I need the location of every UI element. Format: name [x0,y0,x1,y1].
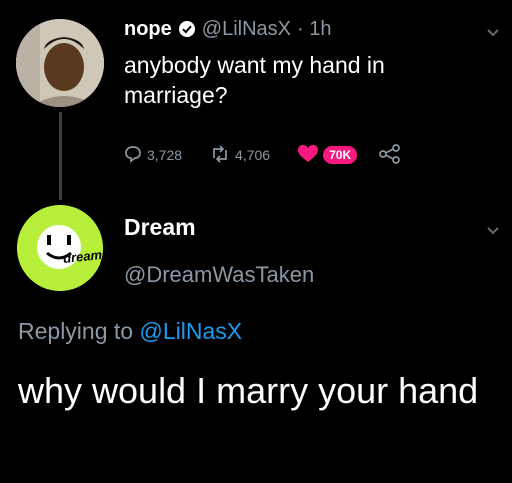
reply-count: 3,728 [147,147,183,163]
reply-icon [124,145,142,166]
thread-connector-line [59,112,62,200]
retweet-action[interactable]: 4,706 [210,144,271,166]
replying-to-handle-link[interactable]: @LilNasX [139,318,242,344]
reply-text: why would I marry your hand [18,370,479,411]
avatar-photo [16,19,104,107]
like-action[interactable]: 70K [298,144,358,166]
heart-icon [298,144,319,166]
author-display-name[interactable]: nope [124,18,172,41]
replying-to-line: Replying to @LilNasX [18,318,242,345]
like-count: 70K [323,146,358,164]
retweet-count: 4,706 [235,147,271,163]
reply-action[interactable]: 3,728 [124,145,182,166]
tweet-author-avatar[interactable] [16,19,104,107]
reply-handle[interactable]: @DreamWasTaken [124,262,314,288]
tweet-timestamp[interactable]: · 1h [297,18,331,41]
tweet-actions: 3,728 4,706 70K [124,142,464,168]
tweet-text: anybody want my hand in marriage? [124,52,385,108]
verified-badge-icon [178,20,196,38]
share-action[interactable] [379,143,401,167]
tweet-menu-chevron-icon[interactable] [486,26,500,45]
reply-author-avatar[interactable]: dream [17,205,103,291]
replying-to-prefix: Replying to [18,318,134,344]
tweet-header: nope @LilNasX · 1h [124,14,331,44]
reply-menu-chevron-icon[interactable] [486,224,500,243]
retweet-icon [210,144,230,166]
author-handle[interactable]: @LilNasX [202,18,291,41]
share-icon [379,143,401,167]
reply-display-name[interactable]: Dream [124,214,196,241]
